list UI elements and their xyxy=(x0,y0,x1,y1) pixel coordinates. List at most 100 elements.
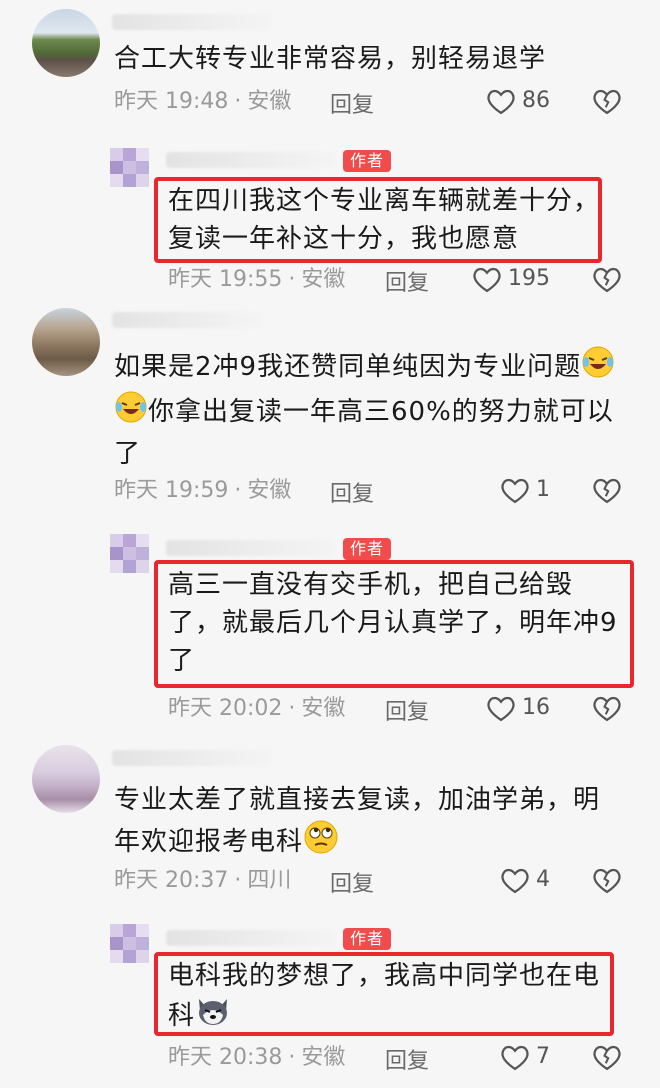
reply-button[interactable]: 回复 xyxy=(330,87,374,119)
meta-separator: · xyxy=(234,478,242,503)
heart-outline-icon xyxy=(501,868,529,894)
comment-meta: 昨天 20:38 · 安徽 xyxy=(168,1043,345,1073)
author-badge: 作者 xyxy=(343,538,392,560)
comment-time: 昨天 20:02 xyxy=(168,696,283,721)
comment-line-wrap: 年欢迎报考电科 xyxy=(114,819,600,866)
reply-button[interactable]: 回复 xyxy=(330,476,374,508)
avatar[interactable] xyxy=(32,745,100,813)
broken-heart-icon xyxy=(593,89,621,115)
heart-outline-icon xyxy=(487,696,515,722)
meta-separator: · xyxy=(288,267,296,292)
comment-line: 你拿出复读一年高三60%的努力就可以 xyxy=(148,397,614,427)
dislike-button[interactable] xyxy=(592,265,622,297)
laughing-crying-emoji xyxy=(581,345,615,390)
comment-line-wrap: 如果是2冲9我还赞同单纯因为专业问题 xyxy=(114,345,615,390)
avatar[interactable] xyxy=(32,308,100,376)
reply-button[interactable]: 回复 xyxy=(330,866,374,898)
reply-button[interactable]: 回复 xyxy=(385,265,429,297)
comment-location: 安徽 xyxy=(247,89,292,114)
comment-line: 年欢迎报考电科 xyxy=(114,827,304,857)
comment-line: 了，就最后几个月认真学了，明年冲9 xyxy=(168,608,618,638)
comment-location: 安徽 xyxy=(301,696,346,721)
username-blurred[interactable] xyxy=(166,540,336,556)
comment-meta: 昨天 20:37 · 四川 xyxy=(114,866,291,896)
username-blurred[interactable] xyxy=(112,312,262,328)
comment-time: 昨天 19:59 xyxy=(114,478,229,503)
username-blurred[interactable] xyxy=(112,14,272,30)
comment-line: 如果是2冲9我还赞同单纯因为专业问题 xyxy=(114,352,582,382)
comment-line-wrap: 你拿出复读一年高三60%的努力就可以 xyxy=(114,390,615,435)
comment-text: 合工大转专业非常容易，别轻易退学 xyxy=(114,40,546,78)
laughing-crying-emoji xyxy=(114,390,148,435)
reply-button[interactable]: 回复 xyxy=(385,694,429,726)
comment-location: 四川 xyxy=(247,868,292,893)
comment-line-wrap: 科 xyxy=(168,995,600,1038)
like-count: 7 xyxy=(536,1044,550,1069)
like-button[interactable]: 86 xyxy=(486,86,550,116)
reply-button[interactable]: 回复 xyxy=(385,1043,429,1075)
comment-meta: 昨天 20:02 · 安徽 xyxy=(168,694,345,724)
comment-line: 了 xyxy=(168,646,196,676)
comment-meta: 昨天 19:48 · 安徽 xyxy=(114,87,291,117)
heart-outline-icon xyxy=(473,267,501,293)
comment-text: 电科我的梦想了，我高中同学也在电 科 xyxy=(168,957,600,1038)
comment-line: 合工大转专业非常容易，别轻易退学 xyxy=(114,44,547,74)
dislike-button[interactable] xyxy=(592,476,622,508)
comment-meta: 昨天 19:55 · 安徽 xyxy=(168,265,345,295)
comment-line: 复读一年补这十分，我也愿意 xyxy=(168,224,520,254)
comment-line: 高三一直没有交手机，把自己给毁 xyxy=(168,570,574,600)
broken-heart-icon xyxy=(593,1045,621,1071)
comment-time: 昨天 19:55 xyxy=(168,267,283,292)
author-badge: 作者 xyxy=(343,928,392,950)
comment-line: 了 xyxy=(114,439,142,469)
comment-line: 在四川我这个专业离车辆就差十分， xyxy=(168,186,601,216)
avatar[interactable] xyxy=(110,924,150,964)
dislike-button[interactable] xyxy=(592,866,622,898)
heart-outline-icon xyxy=(501,1045,529,1071)
comment-text: 专业太差了就直接去复读，加油学弟，明 年欢迎报考电科 xyxy=(114,781,600,866)
broken-heart-icon xyxy=(593,267,621,293)
like-button[interactable]: 1 xyxy=(500,475,550,505)
like-count: 86 xyxy=(522,88,550,113)
like-button[interactable]: 7 xyxy=(500,1042,550,1072)
author-badge: 作者 xyxy=(343,150,392,172)
comment-location: 安徽 xyxy=(301,1045,346,1070)
meta-separator: · xyxy=(288,696,296,721)
comment-line: 专业太差了就直接去复读，加油学弟，明 xyxy=(114,785,601,815)
like-button[interactable]: 195 xyxy=(472,264,550,294)
comment-line: 电科我的梦想了，我高中同学也在电 xyxy=(168,961,601,991)
comment-location: 安徽 xyxy=(301,267,346,292)
heart-outline-icon xyxy=(501,478,529,504)
dislike-button[interactable] xyxy=(592,694,622,726)
meta-separator: · xyxy=(288,1045,296,1070)
meta-separator: · xyxy=(234,89,242,114)
like-count: 4 xyxy=(536,867,550,892)
comment-time: 昨天 20:38 xyxy=(168,1045,283,1070)
comment-time: 昨天 19:48 xyxy=(114,89,229,114)
dislike-button[interactable] xyxy=(592,1043,622,1075)
like-button[interactable]: 4 xyxy=(500,865,550,895)
comment-text: 如果是2冲9我还赞同单纯因为专业问题 你拿出复读一年高三60%的努力就可以 了 xyxy=(114,345,615,473)
meta-separator: · xyxy=(234,868,242,893)
comment-time: 昨天 20:37 xyxy=(114,868,229,893)
username-blurred[interactable] xyxy=(112,750,272,766)
comment-text: 高三一直没有交手机，把自己给毁 了，就最后几个月认真学了，明年冲9 了 xyxy=(168,566,618,680)
comment-text: 在四川我这个专业离车辆就差十分， 复读一年补这十分，我也愿意 xyxy=(168,182,600,258)
like-count: 16 xyxy=(522,695,550,720)
username-blurred[interactable] xyxy=(166,152,336,168)
comment-location: 安徽 xyxy=(247,478,292,503)
like-count: 195 xyxy=(508,266,550,291)
like-button[interactable]: 16 xyxy=(486,693,550,723)
avatar[interactable] xyxy=(110,148,150,188)
broken-heart-icon xyxy=(593,696,621,722)
husky-dog-emoji xyxy=(195,995,231,1038)
dislike-button[interactable] xyxy=(592,87,622,119)
username-blurred[interactable] xyxy=(166,930,336,946)
avatar[interactable] xyxy=(32,9,100,77)
broken-heart-icon xyxy=(593,868,621,894)
rolling-eyes-emoji xyxy=(303,819,339,866)
comment-meta: 昨天 19:59 · 安徽 xyxy=(114,476,291,506)
avatar[interactable] xyxy=(110,534,150,574)
comment-line: 科 xyxy=(168,1001,196,1031)
heart-outline-icon xyxy=(487,89,515,115)
